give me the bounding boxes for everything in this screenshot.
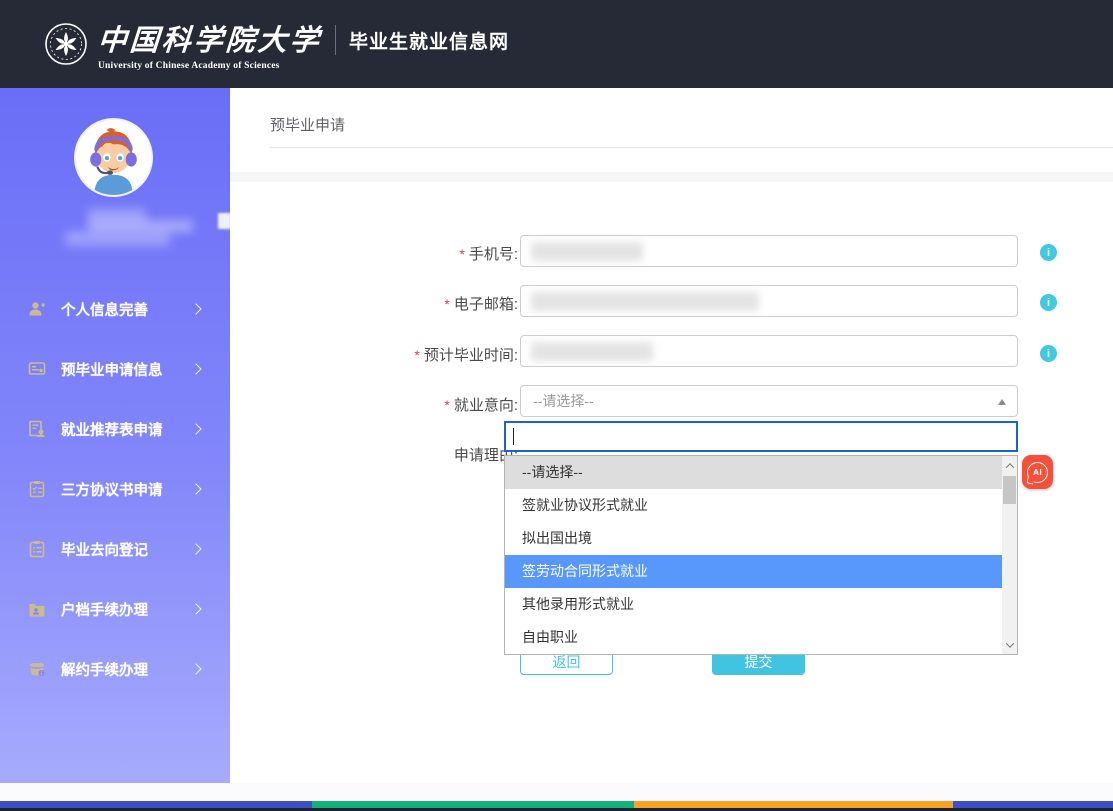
select-current-value: --请选择--: [521, 391, 594, 411]
chevron-right-icon: [190, 543, 201, 554]
dropdown-scrollbar[interactable]: [1002, 456, 1017, 654]
chevron-right-icon: [190, 603, 201, 614]
sidebar-menu: 个人信息完善 预毕业申请信息 就业推荐表申请 三方协议书申请 毕业去向登记: [0, 279, 230, 699]
ai-assistant-button[interactable]: AI: [1022, 455, 1053, 489]
required-mark: *: [459, 246, 464, 262]
sidebar: 个人信息完善 预毕业申请信息 就业推荐表申请 三方协议书申请 毕业去向登记: [0, 88, 230, 783]
title-divider: [270, 147, 1113, 148]
app-header: 中国科学院大学 University of Chinese Academy of…: [0, 0, 1113, 88]
sidebar-item-label: 个人信息完善: [61, 299, 148, 320]
email-info-icon[interactable]: i: [1040, 294, 1057, 311]
sidebar-item-graduation-destination[interactable]: 毕业去向登记: [0, 519, 230, 579]
employment-intention-dropdown: --请选择-- 签就业协议形式就业 拟出国出境 签劳动合同形式就业 其他录用形式…: [504, 421, 1018, 655]
application-reason-label: 申请理由:: [340, 444, 518, 465]
page-root: 中国科学院大学 University of Chinese Academy of…: [0, 0, 1113, 811]
sidebar-item-label: 三方协议书申请: [61, 479, 163, 500]
footer-gap: [0, 783, 1113, 801]
sidebar-item-recommendation-form[interactable]: 就业推荐表申请: [0, 399, 230, 459]
sidebar-item-tripartite-agreement[interactable]: 三方协议书申请: [0, 459, 230, 519]
text-caret: [513, 428, 514, 445]
university-name-block: 中国科学院大学 University of Chinese Academy of…: [98, 17, 322, 71]
university-name-cn: 中国科学院大学: [97, 17, 324, 59]
dropdown-option-agreement-employment[interactable]: 签就业协议形式就业: [505, 489, 1003, 522]
phone-info-icon[interactable]: i: [1040, 244, 1057, 261]
graduation-date-info-icon[interactable]: i: [1040, 345, 1057, 362]
caret-up-icon: [998, 399, 1006, 405]
clipboard-icon: [28, 480, 46, 498]
footer-stripe-orange: [634, 801, 953, 808]
scroll-up-icon[interactable]: [1002, 458, 1017, 473]
email-label: *电子邮箱:: [340, 293, 518, 314]
ai-icon: AI: [1027, 462, 1048, 483]
employment-intention-label: *就业意向:: [340, 394, 518, 415]
chevron-right-icon: [190, 483, 201, 494]
user-icon: [28, 300, 46, 318]
sidebar-item-label: 解约手续办理: [61, 659, 148, 680]
id-card-icon: [28, 360, 46, 378]
blurred-value: [531, 342, 653, 361]
sidebar-item-personal-info[interactable]: 个人信息完善: [0, 279, 230, 339]
scroll-down-icon[interactable]: [1002, 637, 1017, 652]
page-title: 预毕业申请: [270, 114, 345, 135]
blurred-value: [531, 292, 759, 311]
dropdown-search-input[interactable]: [504, 421, 1018, 452]
sidebar-item-label: 毕业去向登记: [61, 539, 148, 560]
scrollbar-thumb[interactable]: [1003, 476, 1016, 504]
avatar: [76, 120, 151, 195]
university-name-en: University of Chinese Academy of Science…: [98, 61, 322, 71]
main-content: 预毕业申请 *手机号: *电子邮箱: *预计毕业时间: *就业意向: 申请理由:…: [230, 88, 1113, 783]
section-gap: [230, 172, 1113, 182]
chevron-right-icon: [190, 303, 201, 314]
employment-intention-select[interactable]: --请选择--: [520, 385, 1018, 417]
sidebar-item-label: 就业推荐表申请: [61, 419, 163, 440]
dropdown-option-placeholder[interactable]: --请选择--: [505, 456, 1003, 489]
sidebar-item-contract-termination[interactable]: 解约手续办理: [0, 639, 230, 699]
sidebar-item-label: 户档手续办理: [61, 599, 148, 620]
footer-stripe-blue: [0, 801, 312, 808]
footer-stripe-blue-2: [953, 801, 1113, 808]
required-mark: *: [414, 347, 419, 363]
chevron-right-icon: [190, 423, 201, 434]
blurred-value: [531, 242, 643, 261]
required-mark: *: [444, 296, 449, 312]
email-input[interactable]: [520, 285, 1018, 317]
dropdown-option-freelance[interactable]: 自由职业: [505, 621, 1003, 654]
dropdown-option-go-abroad[interactable]: 拟出国出境: [505, 522, 1003, 555]
archive-info-icon: [28, 660, 46, 678]
recommendation-form-icon: [28, 420, 46, 438]
chevron-right-icon: [190, 363, 201, 374]
phone-input[interactable]: [520, 235, 1018, 267]
sidebar-item-label: 预毕业申请信息: [61, 359, 163, 380]
dropdown-option-labor-contract[interactable]: 签劳动合同形式就业: [505, 555, 1003, 588]
header-divider: [335, 25, 336, 55]
folder-user-icon: [28, 600, 46, 618]
site-name: 毕业生就业信息网: [349, 27, 509, 54]
graduation-date-label: *预计毕业时间:: [340, 344, 518, 365]
sidebar-item-household-archive[interactable]: 户档手续办理: [0, 579, 230, 639]
footer-stripe-green: [312, 801, 634, 808]
dropdown-option-list: --请选择-- 签就业协议形式就业 拟出国出境 签劳动合同形式就业 其他录用形式…: [504, 455, 1018, 655]
clipboard-list-icon: [28, 540, 46, 558]
graduation-date-input[interactable]: [520, 335, 1018, 367]
university-seal-icon: [44, 22, 88, 66]
chevron-right-icon: [190, 663, 201, 674]
blurred-user-id: [65, 231, 170, 246]
required-mark: *: [444, 397, 449, 413]
phone-label: *手机号:: [340, 243, 518, 264]
dropdown-option-other-employment[interactable]: 其他录用形式就业: [505, 588, 1003, 621]
sidebar-item-pregraduation-info[interactable]: 预毕业申请信息: [0, 339, 230, 399]
